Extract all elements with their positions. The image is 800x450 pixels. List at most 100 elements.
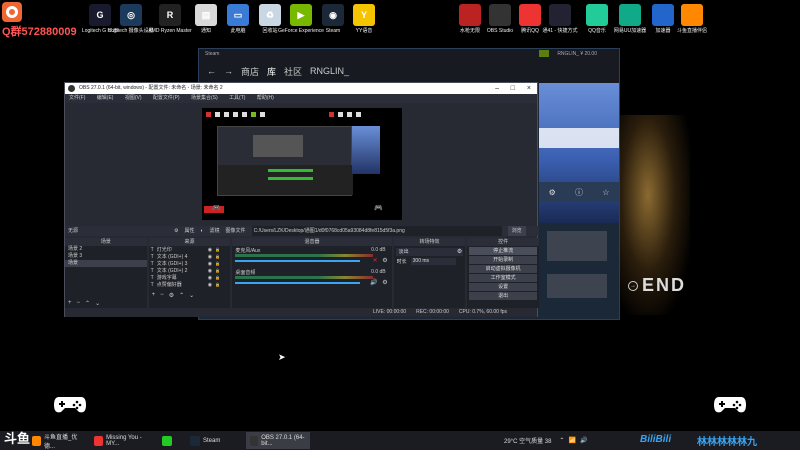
filters-icon[interactable]: ◐ <box>201 226 204 236</box>
network-icon[interactable]: 📶 <box>568 437 575 444</box>
transition-select[interactable]: 淡出 <box>395 248 464 256</box>
eye-icon[interactable]: ◉ <box>208 268 212 274</box>
scene-item[interactable]: 场景 3 <box>65 253 147 260</box>
steam-username[interactable]: RNGLIN_ <box>557 49 579 59</box>
nav-store[interactable]: 商店 <box>241 65 259 78</box>
browse-button[interactable]: 浏览 <box>507 226 526 236</box>
info-icon[interactable]: ⓘ <box>575 187 583 198</box>
down-icon[interactable]: ⌄ <box>189 292 194 299</box>
nav-library[interactable]: 库 <box>267 65 276 78</box>
menu-edit[interactable]: 编辑(E) <box>97 95 114 101</box>
eye-icon[interactable]: ◉ <box>208 275 212 281</box>
forward-arrow-icon[interactable]: → <box>224 66 233 76</box>
eye-icon[interactable]: ◉ <box>208 282 212 288</box>
obs-window[interactable]: OBS 27.0.1 (64-bit, windows) - 配置文件: 未命名… <box>64 82 539 317</box>
tray-chevron-icon[interactable]: ⌃ <box>559 437 564 444</box>
start-recording-button[interactable]: 开始录制 <box>469 256 537 264</box>
menu-tools[interactable]: 工具(T) <box>229 95 245 101</box>
favorite-star-icon[interactable]: ☆ <box>602 188 609 197</box>
gear-icon[interactable]: ⚙ <box>169 292 174 299</box>
menu-file[interactable]: 文件(F) <box>69 95 85 101</box>
settings-gear-icon[interactable]: ⚙ <box>549 188 556 197</box>
close-icon[interactable]: × <box>527 83 531 94</box>
volume-icon[interactable]: 🔊 <box>580 437 587 444</box>
studio-mode-button[interactable]: 工作室模式 <box>469 274 537 282</box>
remove-icon[interactable]: − <box>160 292 164 299</box>
virtual-camera-button[interactable]: 启动虚拟摄像机 <box>469 265 537 273</box>
steam-title: Steam <box>205 51 220 57</box>
gamepad-icon <box>53 393 87 415</box>
lock-icon[interactable]: 🔒 <box>215 282 220 287</box>
back-arrow-icon[interactable]: ← <box>207 66 216 76</box>
desktop-icon[interactable]: Y YY语音 <box>339 4 389 34</box>
volume-slider[interactable] <box>235 260 361 262</box>
filters-button[interactable]: 滤镜 <box>210 226 220 236</box>
source-name: 游戏字幕 <box>156 275 177 281</box>
app-icon <box>681 4 703 26</box>
menu-scene-collection[interactable]: 场景集合(S) <box>191 95 218 101</box>
nav-profile[interactable]: RNGLIN_ <box>310 66 349 76</box>
taskbar-app[interactable]: OBS 27.0.1 (64-bit... <box>246 432 310 449</box>
eye-icon[interactable]: ◉ <box>208 261 212 267</box>
mixer-title: 混音器 <box>232 238 392 246</box>
exit-button[interactable]: 退出 <box>469 292 537 300</box>
duration-field[interactable]: 300 ms <box>410 258 456 265</box>
stop-streaming-button[interactable]: 停止推流 <box>469 247 537 255</box>
source-type-icon: T <box>150 260 154 267</box>
source-item[interactable]: T 文本 (GDI+) 2 ◉ 🔒 <box>149 267 231 275</box>
source-item[interactable]: T 点赞偏好器 ◉ 🔒 <box>149 281 231 289</box>
maximize-icon[interactable]: □ <box>511 83 515 94</box>
preview-canvas[interactable]: 🎮 🎮 <box>202 108 402 220</box>
mixer-channel: 麦克风/Aux 0.0 dB ✕ ⚙ <box>232 246 391 268</box>
menu-profile[interactable]: 配置文件(P) <box>153 95 180 101</box>
source-item[interactable]: T 灯光印 ◉ 🔒 <box>149 246 231 254</box>
steam-balance: ¥ 20.00 <box>580 51 597 57</box>
weather-text[interactable]: 29°C 空气质量 38 <box>504 436 551 445</box>
game-end-area: → END <box>628 275 686 296</box>
source-item[interactable]: T 文本 (GDI+) 3 ◉ 🔒 <box>149 260 231 268</box>
properties-gear-icon[interactable]: ⚙ <box>174 226 178 236</box>
menu-view[interactable]: 视图(V) <box>125 95 142 101</box>
lock-icon[interactable]: 🔒 <box>215 261 220 266</box>
up-icon[interactable]: ⌃ <box>85 300 90 307</box>
source-toolbar: 无源 ⚙ 属性 ◐ 滤镜 图像文件 C:/Users/LZK/Desktop/通… <box>65 226 539 236</box>
gear-icon[interactable]: ⚙ <box>382 257 387 264</box>
douyu-logo-icon <box>2 2 22 22</box>
desktop-icon[interactable]: 斗鱼直播伴侣 <box>667 4 717 34</box>
speaker-icon[interactable]: 🔊 <box>370 279 377 286</box>
volume-slider[interactable] <box>235 282 361 284</box>
image-path-field[interactable]: C:/Users/LZK/Desktop/通图1/d0f0768cd05a930… <box>251 226 502 236</box>
down-icon[interactable]: ⌄ <box>95 300 100 307</box>
gear-icon[interactable]: ⚙ <box>382 279 387 286</box>
nav-community[interactable]: 社区 <box>284 65 302 78</box>
taskbar-app[interactable]: Missing You - MY... <box>90 432 156 449</box>
menu-help[interactable]: 帮助(H) <box>257 95 274 101</box>
scenes-dock: 场景 场景 2 场景 3 场景 + − ⌃ ⌄ <box>65 238 147 308</box>
add-icon[interactable]: + <box>152 292 156 299</box>
lock-icon[interactable]: 🔒 <box>215 275 220 280</box>
minimize-icon[interactable]: – <box>495 83 499 94</box>
steam-titlebar: Steam RNGLIN_ ¥ 20.00 <box>199 49 619 59</box>
settings-button[interactable]: 设置 <box>469 283 537 291</box>
source-item[interactable]: T 文本 (GDI+) 4 ◉ 🔒 <box>149 253 231 261</box>
eye-icon[interactable]: ◉ <box>208 247 212 253</box>
source-item[interactable]: T 游戏字幕 ◉ 🔒 <box>149 274 231 282</box>
taskbar-app[interactable]: Steam <box>186 432 242 449</box>
transition-gear-icon[interactable]: ⚙ <box>457 248 462 255</box>
eye-icon[interactable]: ◉ <box>208 254 212 260</box>
taskbar-app[interactable]: 斗鱼直播_优德... <box>28 432 88 450</box>
taskbar-app[interactable] <box>158 432 182 449</box>
steam-notify-icon[interactable] <box>539 50 549 57</box>
add-icon[interactable]: + <box>68 300 72 307</box>
remove-icon[interactable]: − <box>77 300 81 307</box>
lock-icon[interactable]: 🔒 <box>215 268 220 273</box>
scene-item[interactable]: 场景 2 <box>65 246 147 253</box>
scene-item[interactable]: 场景 <box>65 260 147 267</box>
properties-button[interactable]: 属性 <box>184 226 194 236</box>
lock-icon[interactable]: 🔒 <box>215 247 220 252</box>
controls-title: 控件 <box>467 238 539 246</box>
arrow-circle-icon: → <box>628 280 638 291</box>
lock-icon[interactable]: 🔒 <box>215 254 220 259</box>
up-icon[interactable]: ⌃ <box>179 292 184 299</box>
speaker-muted-icon[interactable]: ✕ <box>373 257 378 264</box>
